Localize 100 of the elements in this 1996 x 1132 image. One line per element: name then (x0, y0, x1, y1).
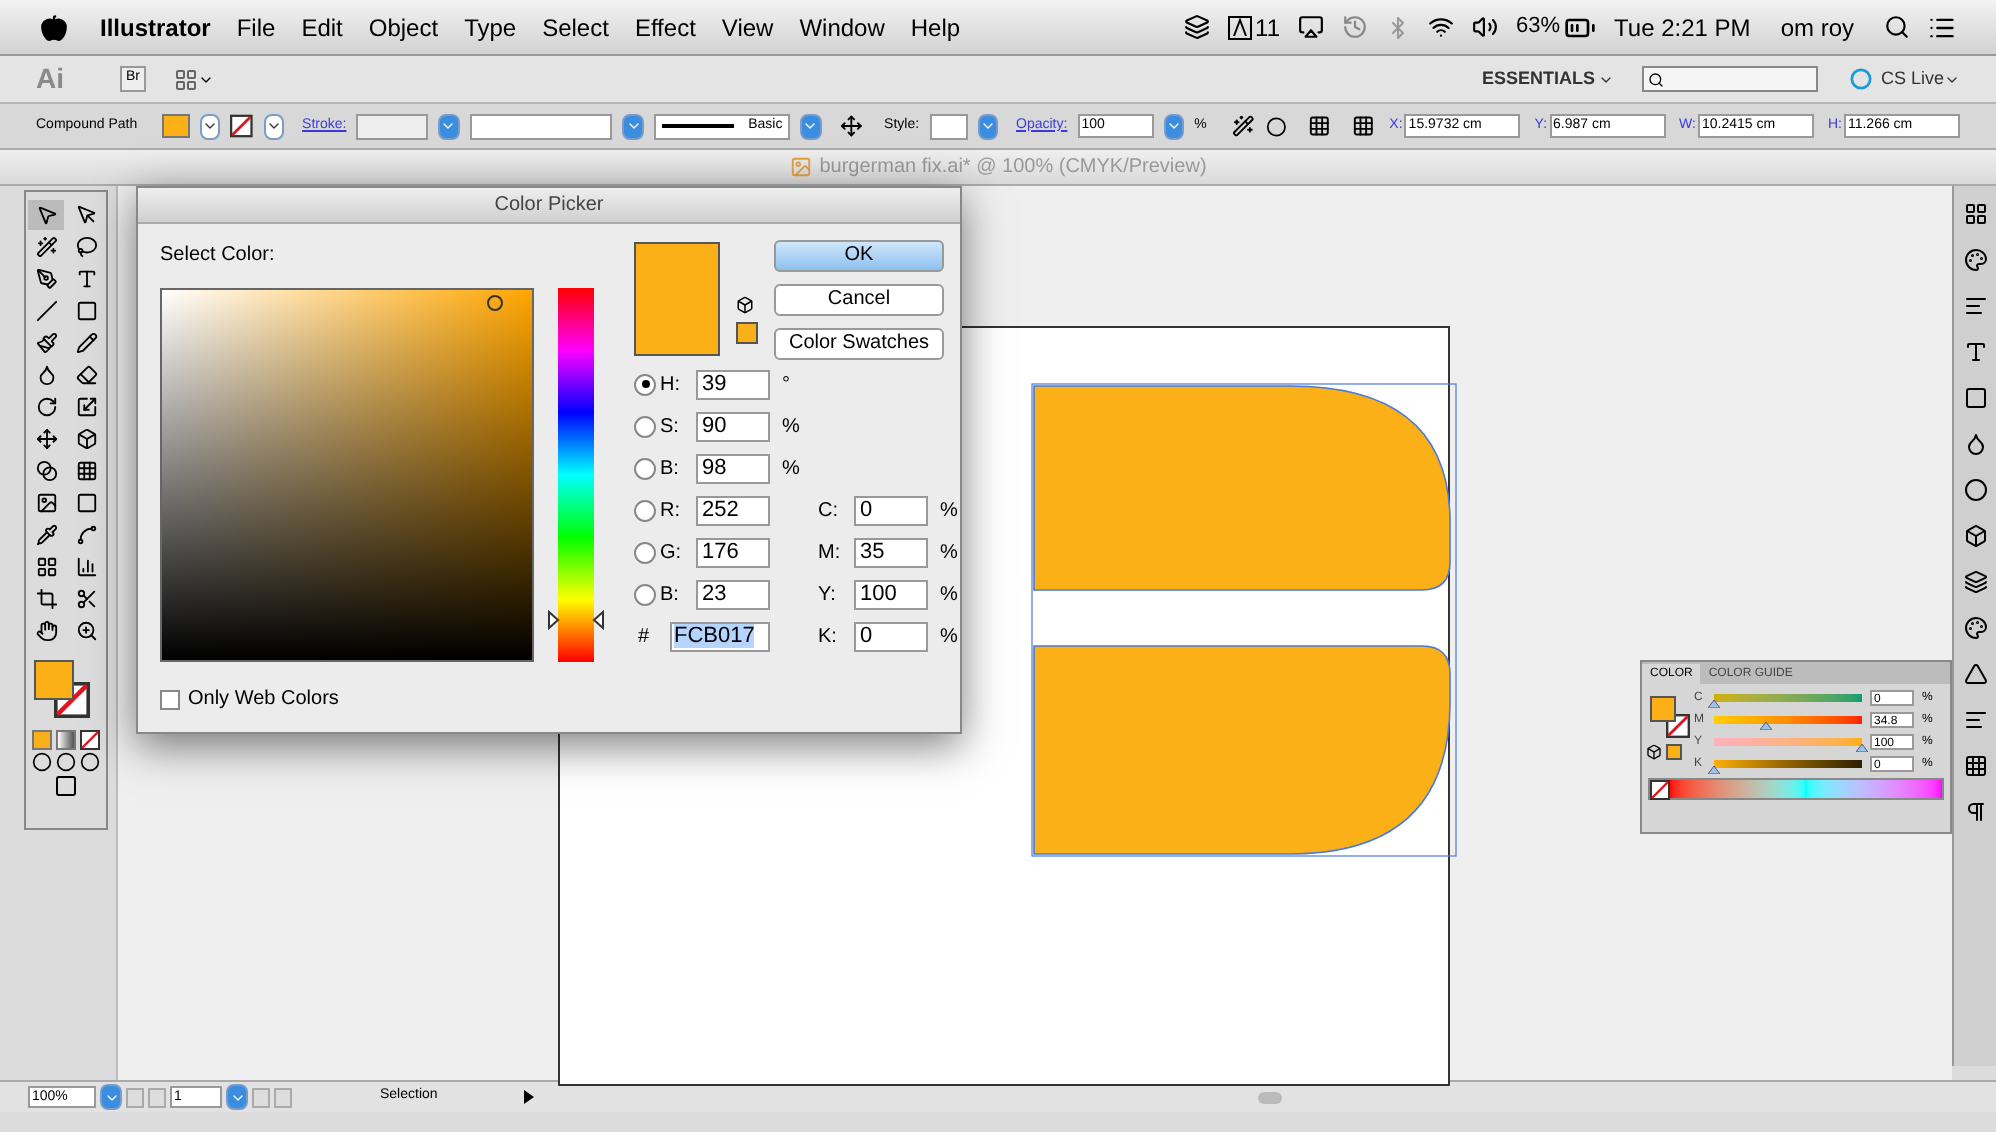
draw-normal-icon[interactable] (32, 752, 52, 772)
unit-label: % (940, 539, 958, 567)
adobe-updates-status[interactable]: 11 (1227, 9, 1281, 45)
dialog-button[interactable]: Color Swatches (774, 328, 944, 360)
channel-slider[interactable] (1714, 760, 1862, 768)
volume-icon[interactable] (1472, 14, 1499, 40)
horizontal-scroll-thumb[interactable] (1258, 1091, 1282, 1103)
input-field[interactable]: 0 (854, 495, 928, 525)
spotlight-search-icon[interactable] (1884, 14, 1910, 40)
input-field[interactable]: 39 (696, 369, 770, 399)
dropdown-button[interactable] (199, 113, 221, 139)
new-color-preview (634, 242, 720, 356)
radio-button[interactable] (634, 415, 656, 437)
workspace-switcher[interactable]: ESSENTIALS (1481, 65, 1615, 93)
status-menu-arrow-icon[interactable] (524, 1090, 534, 1104)
battery-status[interactable]: 63% (1516, 10, 1597, 44)
caret-icon (979, 118, 996, 134)
input-field[interactable]: 98 (696, 453, 770, 483)
menu-item[interactable]: Window (799, 9, 885, 45)
hue-slider[interactable] (548, 288, 604, 662)
menu-item[interactable]: Effect (634, 9, 696, 45)
none-color-button[interactable] (1650, 779, 1670, 799)
slider-thumb[interactable] (1856, 744, 1868, 752)
color-spectrum-bar[interactable] (1670, 780, 1942, 798)
field-label: B: (660, 581, 681, 609)
color-field[interactable] (160, 288, 534, 662)
color-icon[interactable] (1963, 616, 1987, 640)
select-color-label: Select Color: (160, 242, 277, 270)
none-mode-button[interactable] (80, 730, 100, 750)
channel-slider[interactable] (1714, 694, 1862, 702)
screen-mode-icon[interactable] (54, 774, 78, 798)
radio-button[interactable] (634, 499, 656, 521)
style-dropdown[interactable] (929, 113, 968, 139)
character-icon[interactable] (1963, 340, 1987, 364)
layers-status-icon[interactable] (1183, 14, 1210, 40)
color-mode-button[interactable] (32, 730, 52, 750)
panel-fill-swatch[interactable] (1650, 696, 1676, 722)
fill-swatch[interactable] (162, 114, 190, 138)
field-label: Y: (818, 581, 838, 609)
field-label: C: (818, 497, 840, 525)
input-field[interactable]: 90 (696, 411, 770, 441)
user-menu[interactable]: om roy (1780, 9, 1854, 45)
caret-icon (625, 118, 642, 134)
cs-live-menu[interactable]: CS Live (1880, 65, 1960, 93)
web-safe-swatch[interactable] (736, 322, 758, 344)
stroke-lines-icon[interactable] (1963, 294, 1987, 318)
menu-clock[interactable]: Tue 2:21 PM (1614, 9, 1751, 45)
time-machine-icon[interactable] (1342, 14, 1369, 40)
palette-icon[interactable] (1963, 248, 1987, 272)
draw-inside-icon[interactable] (80, 752, 100, 772)
stroke-swatch[interactable] (230, 114, 254, 138)
layers-icon[interactable] (1963, 570, 1987, 594)
menu-item[interactable]: Edit (301, 9, 343, 45)
out-of-gamut-swatch[interactable] (1666, 744, 1682, 760)
radio-button[interactable] (634, 373, 656, 395)
draw-behind-icon[interactable] (56, 752, 76, 772)
menu-item[interactable]: Help (910, 9, 961, 45)
color-guide-icon[interactable] (1963, 662, 1987, 686)
app-menu[interactable]: Illustrator (100, 9, 211, 45)
notification-list-icon[interactable] (1928, 13, 1956, 41)
gradient-mode-button[interactable] (56, 730, 76, 750)
dropdown-button[interactable] (100, 1084, 122, 1110)
channel-slider[interactable] (1714, 738, 1862, 746)
input-field[interactable]: 23 (696, 579, 770, 609)
arrange-documents-button[interactable] (174, 67, 214, 91)
menu-item[interactable]: File (236, 9, 276, 45)
apple-menu-icon[interactable] (40, 13, 68, 41)
hex-field[interactable]: FCB017 (670, 621, 770, 651)
radio-button[interactable] (634, 583, 656, 605)
gamut-warning-icon (736, 296, 754, 314)
channel-slider[interactable] (1714, 716, 1862, 724)
input-field[interactable]: 35 (854, 537, 928, 567)
dialog-button[interactable]: OK (774, 240, 944, 272)
dropdown-button[interactable] (263, 113, 285, 139)
dialog-button[interactable]: Cancel (774, 284, 944, 316)
web-colors-checkbox[interactable]: Only Web Colors (160, 684, 604, 714)
input-field[interactable]: 176 (696, 537, 770, 567)
dropdown-button[interactable] (226, 1084, 248, 1110)
input-field[interactable]: 252 (696, 495, 770, 525)
radio-button[interactable] (634, 541, 656, 563)
color-target-icon[interactable] (486, 294, 504, 312)
input-field[interactable]: 100 (854, 579, 928, 609)
input-field[interactable]: 0 (854, 621, 928, 651)
caret-icon (265, 118, 282, 134)
menu-item[interactable]: Select (542, 9, 609, 45)
variable-width-dropdown[interactable] (469, 113, 613, 139)
stroke-weight-field[interactable] (356, 113, 429, 139)
slider-thumb[interactable] (1708, 766, 1720, 774)
menu-item[interactable]: View (721, 9, 774, 45)
slider-thumb[interactable] (1708, 700, 1720, 708)
swatch-grid-icon[interactable] (1963, 202, 1987, 226)
menu-item[interactable]: Object (368, 9, 439, 45)
radio-button[interactable] (634, 457, 656, 479)
hue-slider-thumb[interactable] (548, 610, 604, 631)
search-field[interactable] (1642, 66, 1819, 92)
menu-item[interactable]: Type (464, 9, 517, 45)
fill-color-swatch[interactable] (34, 660, 74, 700)
caret-icon (802, 118, 819, 134)
paragraph-icon[interactable] (1963, 800, 1987, 824)
airplay-icon[interactable] (1298, 14, 1325, 40)
